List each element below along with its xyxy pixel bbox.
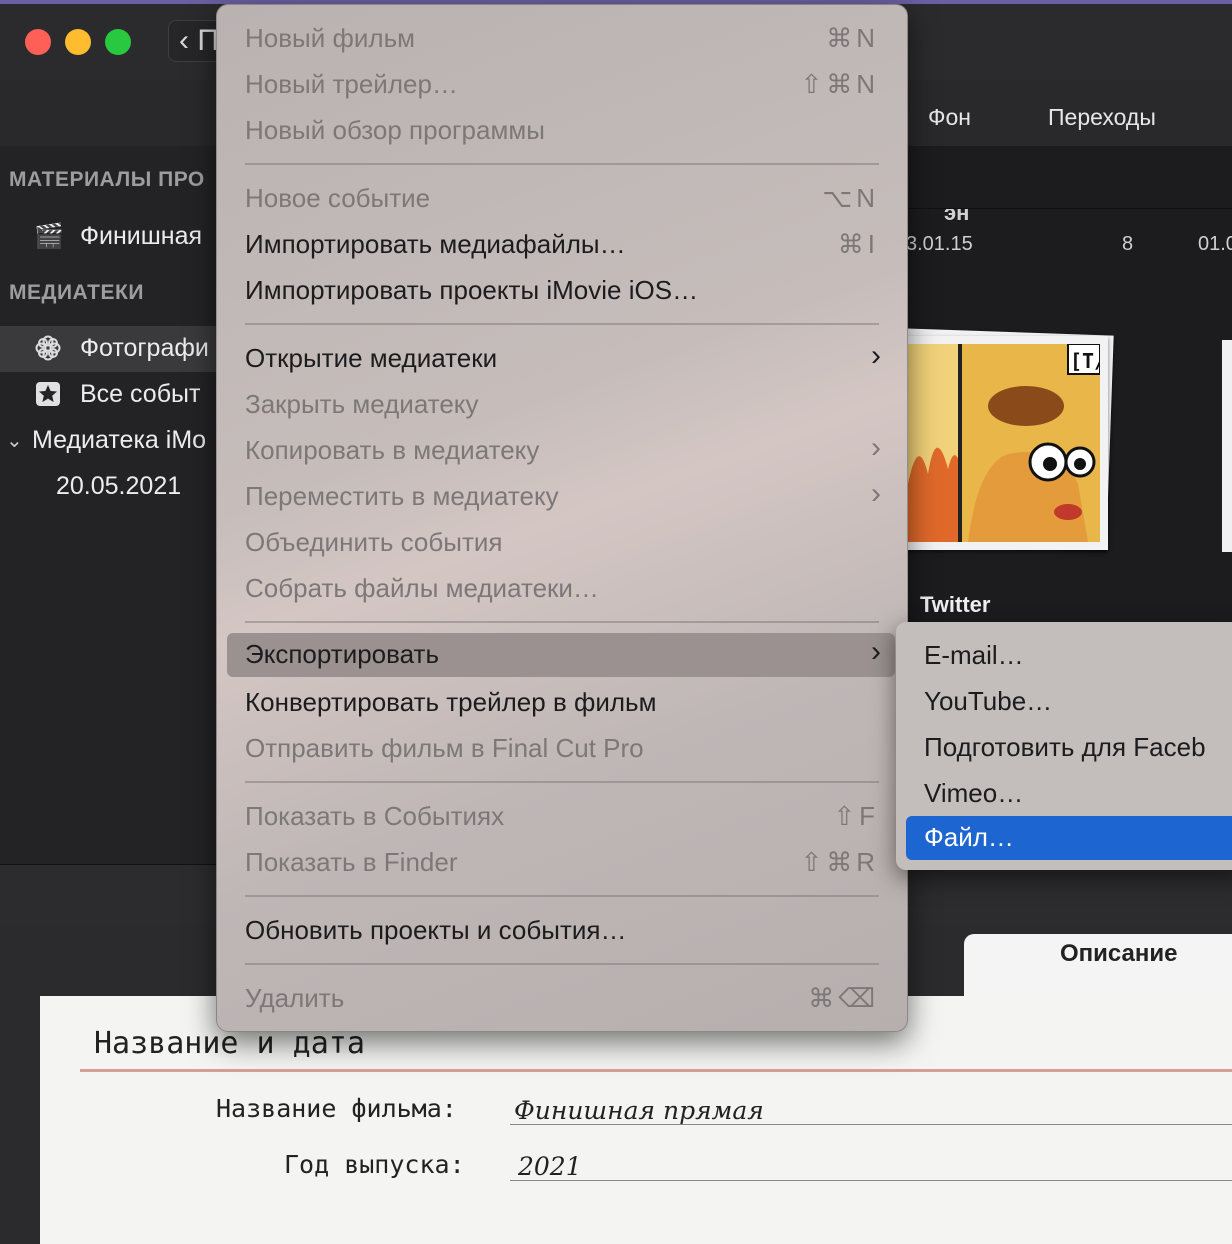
tab-description[interactable]: Описание bbox=[964, 934, 1232, 1000]
clapperboard-icon: 🎬 bbox=[34, 223, 64, 250]
sidebar-section-libraries: МЕДИАТЕКИ bbox=[9, 281, 144, 304]
column-header: эн bbox=[944, 200, 970, 225]
menu-item-update-projects[interactable]: Обновить проекты и события… bbox=[227, 909, 895, 953]
chevron-right-icon: › bbox=[871, 339, 881, 372]
sidebar-item-all-events[interactable]: Все событ bbox=[0, 372, 218, 418]
year-field[interactable]: 2021 bbox=[518, 1152, 582, 1181]
menu-separator bbox=[245, 621, 879, 623]
menu-item-convert-trailer[interactable]: Конвертировать трейлер в фильм bbox=[227, 681, 895, 725]
sidebar-item-project[interactable]: 🎬 Финишная bbox=[0, 214, 218, 260]
sidebar-item-label: Фотографи bbox=[80, 334, 209, 362]
sidebar-item-library[interactable]: ⌄ Медиатека iMo bbox=[0, 418, 218, 464]
menu-item-import-ios-projects[interactable]: Импортировать проекты iMovie iOS… bbox=[227, 269, 895, 313]
shortcut: ⌥N bbox=[822, 183, 879, 213]
sidebar-item-photos[interactable]: Фотографи bbox=[0, 326, 218, 372]
event-title[interactable]: Twitter bbox=[920, 592, 990, 618]
shortcut: ⌘N bbox=[826, 23, 879, 53]
menu-item-export-youtube[interactable]: YouTube… bbox=[906, 680, 1232, 724]
tab-transitions[interactable]: Переходы bbox=[1048, 104, 1156, 131]
divider bbox=[906, 208, 1232, 209]
export-submenu: E-mail… YouTube… Подготовить для Faceb V… bbox=[896, 622, 1232, 870]
year-underline bbox=[510, 1180, 1232, 1181]
menu-item-copy-to-library[interactable]: Копировать в медиатеку › bbox=[227, 429, 895, 473]
year-label: Год выпуска: bbox=[284, 1150, 465, 1179]
menu-item-export-facebook[interactable]: Подготовить для Faceb bbox=[906, 726, 1232, 770]
menu-item-export-vimeo[interactable]: Vimeo… bbox=[906, 772, 1232, 816]
sidebar-item-label: Финишная bbox=[80, 222, 203, 250]
menu-item-reveal-in-events[interactable]: Показать в Событиях ⇧F bbox=[227, 795, 895, 839]
menu-item-move-to-library[interactable]: Переместить в медиатеку › bbox=[227, 475, 895, 519]
menu-separator bbox=[245, 781, 879, 783]
file-menu: Новый фильм ⌘N Новый трейлер… ⇧⌘N Новый об… bbox=[216, 4, 908, 1032]
thumbnail-image: [T/ bbox=[908, 344, 1100, 542]
film-name-underline bbox=[510, 1124, 1232, 1125]
menu-item-consolidate-library[interactable]: Собрать файлы медиатеки… bbox=[227, 567, 895, 611]
menu-separator bbox=[245, 895, 879, 897]
menu-item-new-event[interactable]: Новое событие ⌥N bbox=[227, 177, 895, 221]
menu-item-delete[interactable]: Удалить ⌘⌫ bbox=[227, 977, 895, 1021]
section-divider bbox=[80, 1069, 1232, 1072]
chevron-down-icon[interactable]: ⌄ bbox=[6, 428, 23, 453]
menu-item-new-movie[interactable]: Новый фильм ⌘N bbox=[227, 17, 895, 61]
menu-item-reveal-in-finder[interactable]: Показать в Finder ⇧⌘R bbox=[227, 841, 895, 885]
menu-item-new-app-preview[interactable]: Новый обзор программы bbox=[227, 109, 895, 153]
film-name-label: Название фильма: bbox=[216, 1094, 457, 1123]
sidebar-item-label: Все событ bbox=[80, 380, 201, 408]
menu-separator bbox=[245, 963, 879, 965]
menu-item-new-trailer[interactable]: Новый трейлер… ⇧⌘N bbox=[227, 63, 895, 107]
menu-separator bbox=[245, 323, 879, 325]
event-date: 3.01.15 bbox=[906, 233, 973, 255]
menu-item-export-file[interactable]: Файл… bbox=[906, 816, 1232, 860]
shortcut: ⌘⌫ bbox=[808, 983, 879, 1013]
thumbnail-caption: [T/ bbox=[1070, 349, 1100, 373]
film-name-field[interactable]: Финишная прямая bbox=[514, 1096, 764, 1125]
tab-backgrounds[interactable]: Фон bbox=[928, 104, 971, 131]
close-window-button[interactable] bbox=[25, 29, 51, 55]
chevron-right-icon: › bbox=[871, 431, 881, 464]
sidebar-item-label: 20.05.2021 bbox=[56, 472, 182, 500]
menu-item-send-to-final-cut[interactable]: Отправить фильм в Final Cut Pro bbox=[227, 727, 895, 771]
tab-description-label: Описание bbox=[1060, 940, 1178, 967]
menu-separator bbox=[245, 163, 879, 165]
zoom-window-button[interactable] bbox=[105, 29, 131, 55]
event-count: 8 bbox=[1122, 233, 1134, 255]
menu-item-import-media[interactable]: Импортировать медиафайлы… ⌘I bbox=[227, 223, 895, 267]
sidebar-section-project: МАТЕРИАЛЫ ПРО bbox=[9, 168, 205, 191]
shortcut: ⇧F bbox=[833, 801, 879, 831]
minimize-window-button[interactable] bbox=[65, 29, 91, 55]
menu-item-export[interactable]: Экспортировать › bbox=[227, 633, 895, 677]
star-icon bbox=[34, 380, 62, 408]
menu-item-close-library[interactable]: Закрыть медиатеку bbox=[227, 383, 895, 427]
event-thumbnail[interactable]: [T/ bbox=[896, 328, 1116, 554]
event-date-2: 01.0 bbox=[1198, 233, 1232, 255]
menu-item-export-email[interactable]: E-mail… bbox=[906, 634, 1232, 678]
menu-item-open-library[interactable]: Открытие медиатеки › bbox=[227, 337, 895, 381]
event-thumbnail-2[interactable] bbox=[1222, 340, 1232, 552]
shortcut: ⌘I bbox=[837, 229, 879, 259]
sidebar-item-event-date[interactable]: 20.05.2021 bbox=[0, 464, 218, 510]
menu-item-merge-events[interactable]: Объединить события bbox=[227, 521, 895, 565]
chevron-right-icon: › bbox=[871, 635, 881, 668]
photos-flower-icon bbox=[34, 334, 62, 362]
shortcut: ⇧⌘R bbox=[800, 847, 879, 877]
thumbnail-card: [T/ bbox=[900, 336, 1108, 550]
chevron-right-icon: › bbox=[871, 477, 881, 510]
sidebar-item-label: Медиатека iMo bbox=[32, 426, 207, 454]
shortcut: ⇧⌘N bbox=[800, 69, 879, 99]
